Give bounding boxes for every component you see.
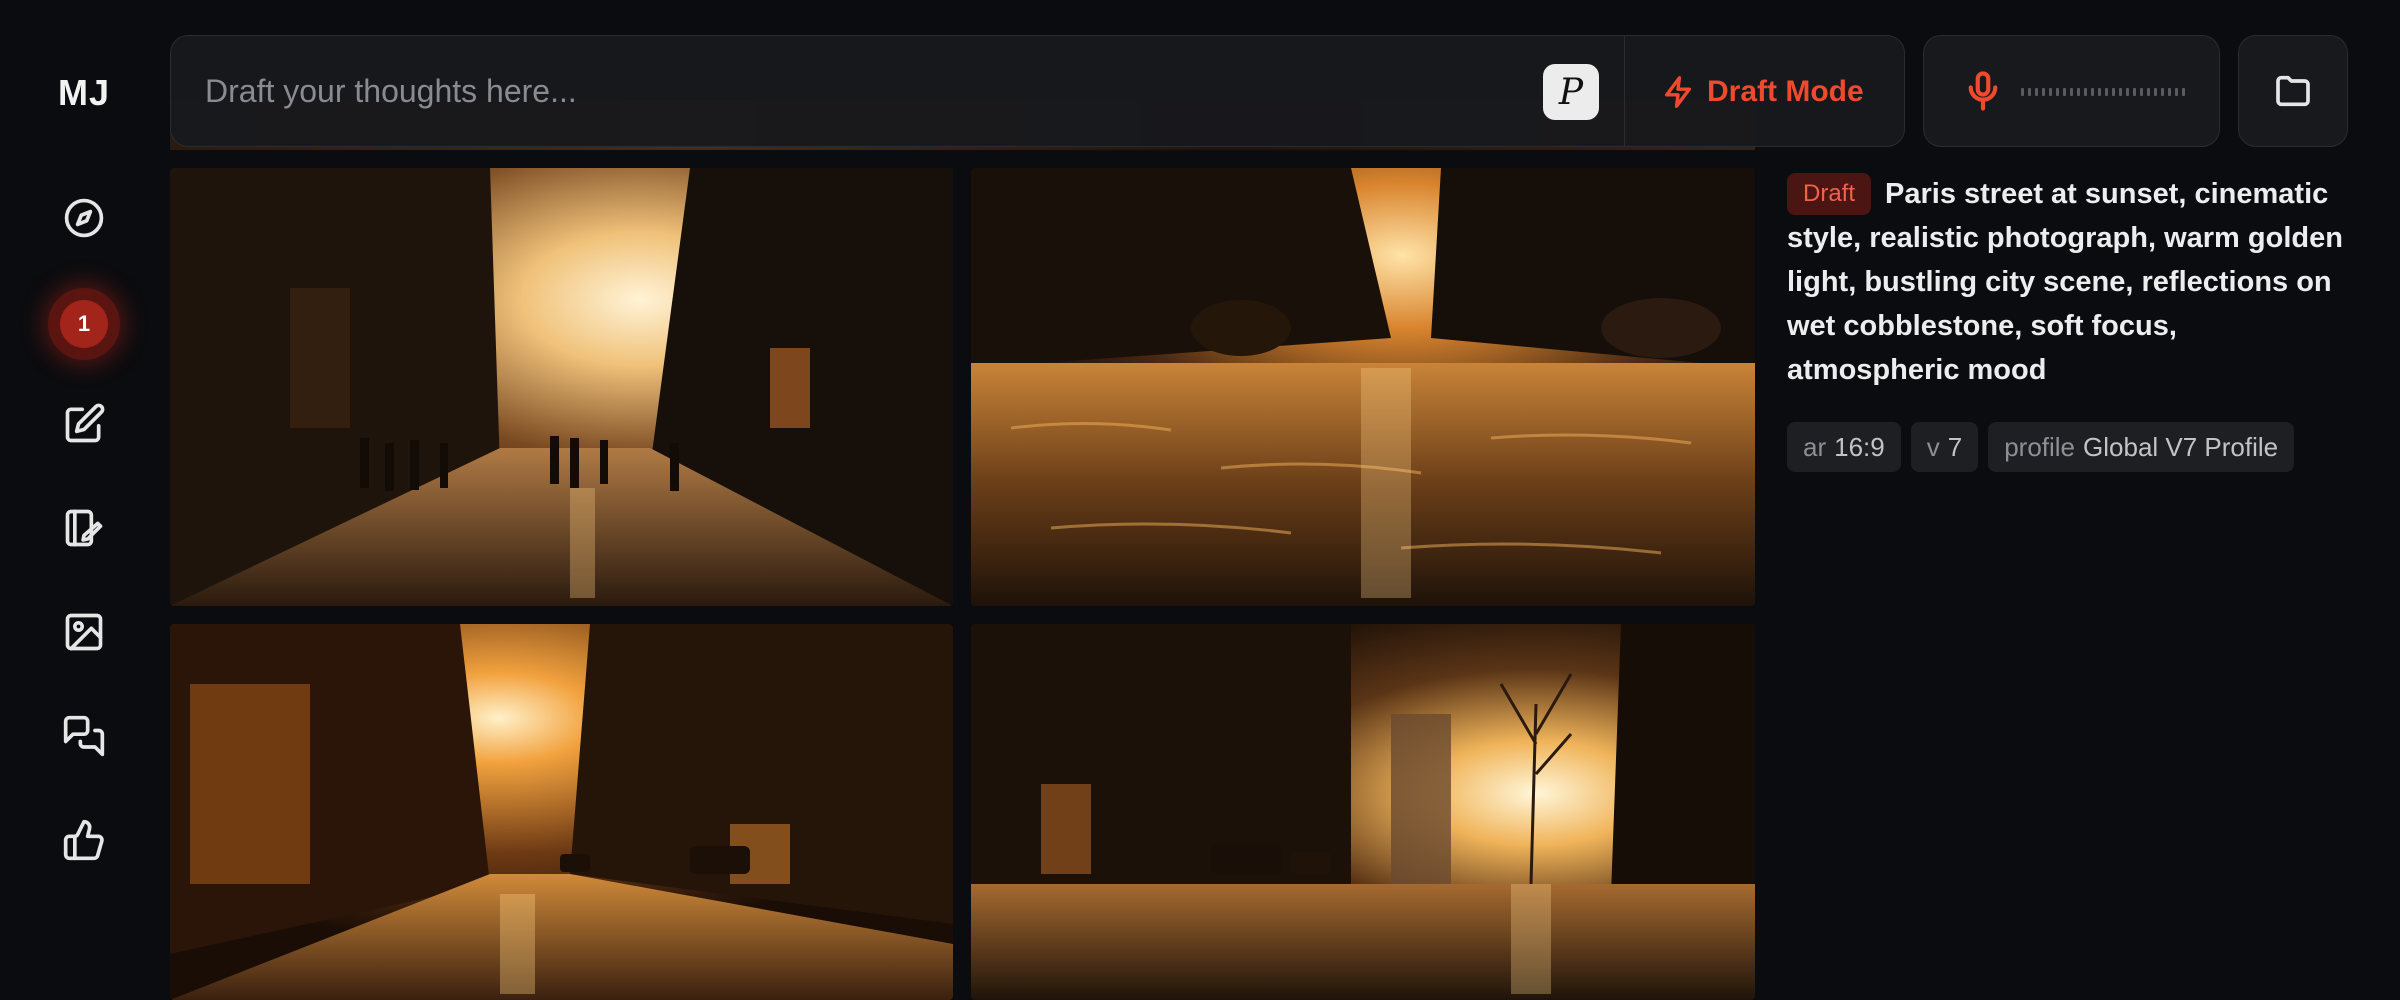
aspect-ratio-chip[interactable]: ar 16:9 (1787, 422, 1901, 472)
personalize-button[interactable]: P (1543, 64, 1599, 120)
prompt-input[interactable] (205, 36, 1685, 146)
chat-nav-item[interactable] (52, 704, 116, 768)
voice-input-button[interactable] (1923, 35, 2220, 147)
prompt-description[interactable]: Draft Paris street at sunset, cinematic s… (1787, 172, 2347, 392)
edit-nav-item[interactable] (52, 496, 116, 560)
draft-mode-button[interactable]: Draft Mode (1661, 66, 1864, 118)
audio-waveform (2021, 88, 2189, 96)
lightning-icon (1664, 76, 1692, 108)
generated-image-2[interactable] (971, 168, 1755, 606)
explore-nav-item[interactable] (52, 186, 116, 250)
paint-edit-icon (65, 509, 103, 547)
thumbs-up-icon (63, 819, 104, 861)
organize-nav-item[interactable] (52, 600, 116, 664)
chat-icon (63, 715, 105, 757)
draft-mode-label: Draft Mode (1707, 75, 1864, 108)
edit-icon (65, 403, 105, 443)
param-key: profile (2004, 431, 2076, 462)
prompt-bar: P Draft Mode (170, 35, 1905, 147)
param-key: v (1926, 431, 1940, 462)
rank-nav-item[interactable] (52, 808, 116, 872)
prompt-bar-divider (1624, 36, 1625, 146)
image-details-panel: Draft Paris street at sunset, cinematic s… (1787, 172, 2347, 472)
generated-image-4[interactable] (971, 624, 1755, 1000)
notification-badge-button[interactable]: 1 (48, 288, 120, 360)
notification-count: 1 (60, 300, 108, 348)
generated-image-3[interactable] (170, 624, 953, 1000)
sidebar: MJ 1 (0, 0, 168, 1000)
param-value: Global V7 Profile (2083, 431, 2279, 462)
app-logo[interactable]: MJ (0, 72, 168, 114)
param-value: 7 (1947, 431, 1963, 462)
generated-image-1[interactable] (170, 168, 953, 606)
folder-icon (2276, 75, 2310, 107)
version-chip[interactable]: v7 (1910, 422, 1979, 472)
compass-icon (64, 198, 104, 238)
draft-tag: Draft (1787, 173, 1872, 215)
microphone-icon (1968, 71, 1998, 111)
image-icon (65, 613, 103, 651)
image-grid (170, 0, 1755, 1000)
folder-button[interactable] (2238, 35, 2348, 147)
param-key: ar (1803, 431, 1827, 462)
create-nav-item[interactable] (52, 392, 116, 456)
profile-chip[interactable]: profile Global V7 Profile (1988, 422, 2295, 472)
parameter-chips: ar 16:9 v7 profile Global V7 Profile (1787, 422, 2347, 472)
param-value: 16:9 (1834, 431, 1885, 462)
